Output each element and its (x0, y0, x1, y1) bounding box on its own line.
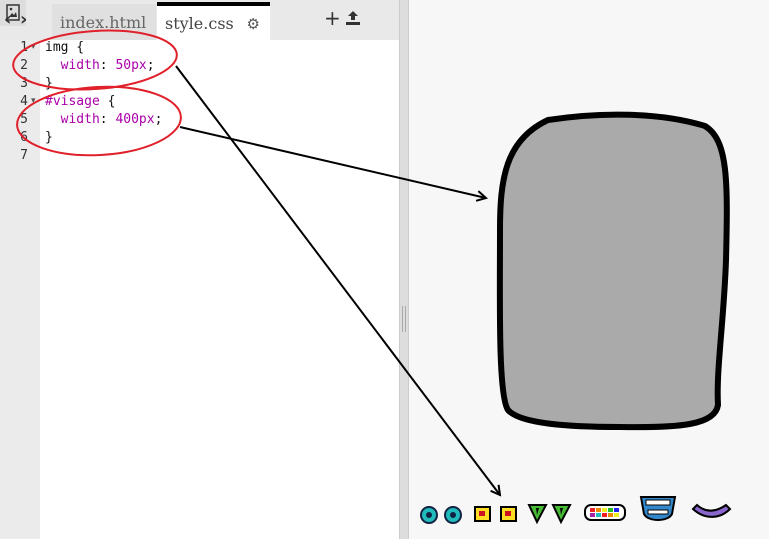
brace: } (45, 130, 53, 145)
code-line-5[interactable]: width: 400px; (45, 112, 163, 127)
line-number: 6 (20, 130, 28, 145)
semicolon: ; (146, 58, 155, 73)
mouth-icon (639, 496, 677, 521)
eye-icon (420, 506, 438, 524)
fold-icon[interactable]: ▾ (31, 96, 36, 106)
panel-splitter[interactable] (399, 0, 409, 539)
css-selector: img (45, 40, 69, 55)
css-value: 400px (115, 112, 155, 127)
upload-icon[interactable] (345, 10, 361, 30)
eyebrow-icon (474, 506, 491, 522)
preview-canvas (420, 111, 732, 525)
smile-icon (691, 503, 732, 518)
eyebrow-icon (500, 506, 517, 522)
colon: : (99, 58, 116, 73)
tab-index-html[interactable]: index.html (52, 4, 156, 40)
tab-style-css[interactable]: style.css ⚙ (157, 2, 270, 40)
brace: { (99, 94, 116, 109)
line-number: 5 (20, 112, 28, 127)
line-number: 1 (20, 40, 28, 55)
code-line-1[interactable]: img { (45, 40, 84, 55)
line-number: 4 (20, 94, 28, 109)
css-property: width (60, 58, 100, 73)
eye-icon (444, 506, 462, 524)
css-property: width (60, 112, 100, 127)
line-number: 3 (20, 76, 28, 91)
line-number: 2 (20, 58, 28, 73)
semicolon: ; (154, 112, 163, 127)
code-editor-panel: ‹ › index.html style.css ⚙ + 1 2 3 4 5 6… (0, 0, 399, 539)
line-number: 7 (20, 148, 28, 163)
gear-icon[interactable]: ⚙ (247, 6, 260, 42)
plus-icon[interactable]: + (324, 6, 341, 30)
css-value: 50px (115, 58, 147, 73)
teeth-icon (584, 504, 626, 521)
code-line-4[interactable]: #visage { (45, 94, 115, 109)
brace: { (68, 40, 85, 55)
tab-label: style.css (165, 14, 234, 33)
colon: : (99, 112, 116, 127)
nose-icon (527, 504, 548, 525)
tab-label: index.html (60, 13, 147, 32)
splitter-grip-icon[interactable] (402, 306, 406, 332)
brace: } (45, 76, 53, 91)
line-number-gutter: 1 2 3 4 5 6 7 ▾ ▾ (0, 40, 40, 539)
preview-panel (409, 0, 769, 539)
chevron-right-icon[interactable]: › (20, 9, 27, 30)
face-shape (496, 111, 730, 431)
fold-icon[interactable]: ▾ (31, 42, 36, 52)
chevron-left-icon[interactable]: ‹ (4, 9, 11, 30)
nose-icon (551, 504, 572, 525)
code-line-2[interactable]: width: 50px; (45, 58, 155, 73)
tab-bar: ‹ › index.html style.css ⚙ + (0, 0, 399, 40)
code-line-6[interactable]: } (45, 130, 53, 145)
css-selector: #visage (45, 94, 100, 109)
code-line-3[interactable]: } (45, 76, 53, 91)
